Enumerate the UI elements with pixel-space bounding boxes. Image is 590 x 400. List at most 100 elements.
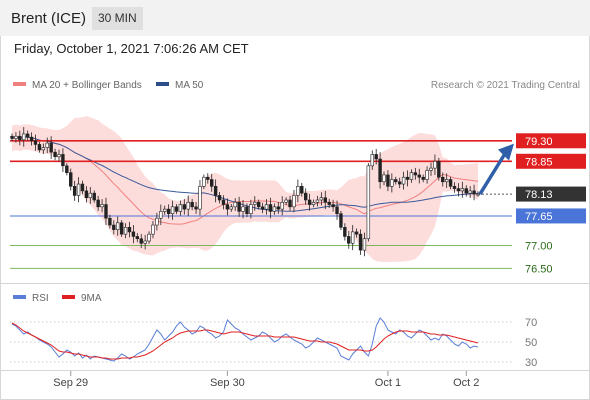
candle-body	[233, 201, 237, 208]
candle-body	[429, 167, 433, 171]
candle-body	[311, 201, 316, 205]
candle-body	[331, 204, 335, 208]
candle-body	[76, 183, 81, 196]
candle-body	[253, 201, 257, 205]
candle-body	[260, 206, 265, 210]
candle-body	[370, 154, 374, 167]
candle-body	[374, 154, 378, 160]
candle-body	[425, 170, 429, 180]
candle-body	[57, 154, 61, 158]
candle-body	[460, 188, 465, 192]
candle-body	[170, 206, 175, 214]
candle-body	[268, 204, 273, 212]
candle-body	[241, 206, 245, 212]
candle-body	[284, 199, 288, 203]
candle-body	[413, 172, 418, 176]
candle-body	[437, 160, 441, 178]
candle-body	[464, 188, 468, 194]
candle-body	[190, 201, 194, 208]
candle-body	[14, 135, 18, 139]
candle-body	[347, 236, 351, 244]
rsi-tick-30: 30	[525, 357, 537, 369]
candle-body	[433, 160, 437, 169]
candle-body	[127, 227, 132, 233]
candle-body	[53, 151, 57, 158]
candle-body	[210, 179, 214, 187]
candle-body	[327, 201, 331, 205]
candle-body	[276, 206, 280, 210]
candle-body	[80, 183, 85, 192]
candle-body	[229, 206, 233, 210]
candle-body	[186, 201, 190, 210]
candle-body	[472, 190, 476, 195]
candle-body	[202, 176, 206, 187]
candle-body	[386, 174, 390, 187]
candle-body	[108, 217, 112, 226]
candle-body	[300, 186, 304, 194]
candle-body	[444, 179, 449, 183]
candle-body	[456, 188, 461, 192]
candle-body	[257, 201, 261, 208]
price-chart[interactable]: 79.30 78.85 78.13 77.65 77.00 76.50 70 50 30 Sep …	[0, 0, 590, 400]
candle-body	[65, 165, 69, 173]
candle-body	[143, 240, 147, 244]
candle-body	[61, 154, 65, 167]
candle-body	[405, 176, 410, 180]
candle-body	[37, 144, 42, 151]
candle-body	[119, 222, 124, 235]
rsi-tick-70: 70	[525, 317, 537, 329]
candle-body	[22, 133, 26, 141]
candle-body	[213, 186, 218, 196]
candle-body	[476, 193, 480, 196]
candle-body	[448, 179, 453, 187]
candle-body	[33, 140, 38, 145]
candle-body	[131, 231, 136, 237]
candle-body	[468, 190, 472, 194]
candle-body	[182, 204, 187, 210]
candle-body	[225, 204, 230, 210]
candle-body	[100, 204, 104, 208]
candle-body	[96, 199, 100, 208]
candle-body	[174, 206, 179, 212]
rsi-ma-line	[11, 322, 479, 360]
candle-body	[343, 227, 347, 237]
candle-body	[112, 224, 116, 230]
level-label-76.50: 76.50	[525, 263, 553, 275]
candle-body	[382, 174, 386, 183]
candle-body	[280, 201, 284, 210]
level-label-78.85: 78.85	[525, 156, 553, 168]
candle-body	[151, 224, 155, 235]
candle-body	[303, 192, 308, 201]
candle-body	[69, 172, 73, 187]
x-label-Oct 2: Oct 2	[453, 377, 479, 389]
candle-body	[25, 133, 30, 138]
candle-body	[123, 227, 128, 235]
candle-body	[315, 199, 320, 203]
level-label-79.30: 79.30	[525, 136, 553, 148]
x-label-Sep 29: Sep 29	[53, 377, 88, 389]
candle-body	[135, 236, 140, 240]
candle-body	[163, 208, 167, 212]
candle-body	[378, 158, 382, 183]
candle-body	[296, 186, 300, 196]
candle-body	[323, 197, 327, 203]
candle-body	[362, 238, 367, 251]
candle-body	[49, 142, 53, 153]
candle-body	[92, 192, 96, 201]
candle-body	[18, 135, 22, 141]
candle-body	[217, 195, 222, 201]
candle-body	[116, 222, 120, 230]
candle-body	[441, 176, 445, 183]
candle-body	[335, 206, 339, 214]
x-label-Oct 1: Oct 1	[375, 377, 401, 389]
candle-body	[358, 233, 363, 251]
candle-body	[206, 176, 210, 180]
candle-body	[264, 204, 269, 210]
candle-body	[249, 204, 253, 214]
candle-body	[198, 186, 202, 210]
candle-body	[354, 231, 359, 235]
candle-body	[88, 192, 93, 199]
level-label-78.13: 78.13	[525, 189, 553, 201]
candle-body	[29, 136, 34, 142]
candle-body	[390, 179, 394, 187]
